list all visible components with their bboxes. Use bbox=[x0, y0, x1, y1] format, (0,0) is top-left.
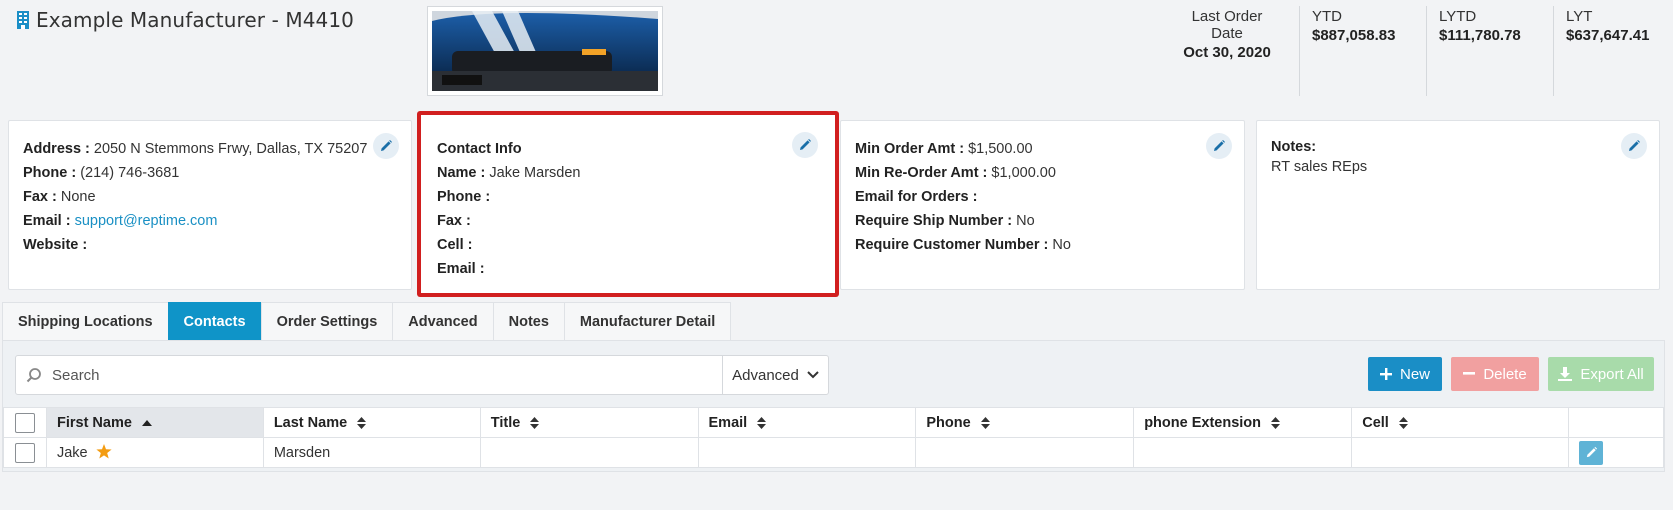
phone-value: (214) 746-3681 bbox=[80, 165, 180, 181]
order-settings-card: Min Order Amt : $1,500.00 Min Re-Order A… bbox=[840, 120, 1245, 290]
col-phone-extension[interactable]: phone Extension bbox=[1133, 407, 1353, 438]
manufacturer-image bbox=[427, 6, 663, 96]
search-box: Advanced bbox=[15, 355, 829, 395]
select-all-checkbox[interactable] bbox=[14, 412, 35, 433]
chevron-down-icon bbox=[807, 371, 819, 379]
pencil-icon bbox=[1629, 140, 1640, 151]
table-header-row: First Name Last Name Title Email Phone p… bbox=[3, 407, 1664, 438]
tab-bar: Shipping Locations Contacts Order Settin… bbox=[2, 302, 732, 341]
star-icon bbox=[96, 444, 112, 459]
edit-order-settings-button[interactable] bbox=[1206, 133, 1232, 159]
tab-notes[interactable]: Notes bbox=[492, 302, 565, 341]
fax-value: None bbox=[60, 189, 96, 205]
phone-cell bbox=[915, 437, 1135, 468]
tab-manufacturer-detail[interactable]: Manufacturer Detail bbox=[563, 302, 732, 341]
col-first-name[interactable]: First Name bbox=[45, 407, 264, 438]
pencil-icon bbox=[1586, 446, 1597, 458]
first-name-cell: Jake bbox=[45, 437, 264, 468]
page-title: Example Manufacturer - M4410 bbox=[16, 8, 354, 32]
email-link[interactable]: support@reptime.com bbox=[75, 213, 218, 229]
tab-advanced[interactable]: Advanced bbox=[392, 302, 494, 341]
row-select-cell bbox=[3, 437, 47, 468]
stats-bar: Last Order Date Oct 30, 2020 YTD $887,05… bbox=[1163, 6, 1673, 96]
col-phone[interactable]: Phone bbox=[915, 407, 1135, 438]
tab-contacts[interactable]: Contacts bbox=[167, 302, 262, 341]
col-cell[interactable]: Cell bbox=[1351, 407, 1569, 438]
new-button[interactable]: New bbox=[1368, 357, 1442, 391]
pencil-icon bbox=[1214, 140, 1225, 151]
row-checkbox[interactable] bbox=[14, 442, 35, 463]
tab-shipping-locations[interactable]: Shipping Locations bbox=[2, 302, 169, 341]
minus-icon bbox=[1463, 372, 1476, 375]
building-icon bbox=[16, 11, 30, 29]
stat-lyt: LYT $637,647.41 bbox=[1553, 6, 1673, 96]
sort-icon bbox=[357, 416, 367, 429]
pencil-icon bbox=[381, 140, 392, 151]
download-icon bbox=[1558, 367, 1573, 381]
plus-icon bbox=[1379, 368, 1392, 380]
cell-cell bbox=[1351, 437, 1569, 468]
edit-contact-button[interactable] bbox=[792, 132, 818, 158]
edit-notes-button[interactable] bbox=[1621, 133, 1647, 159]
col-actions bbox=[1568, 407, 1664, 438]
tab-order-settings[interactable]: Order Settings bbox=[260, 302, 394, 341]
table-row[interactable]: Jake Marsden bbox=[3, 437, 1664, 468]
pencil-icon bbox=[800, 139, 811, 150]
edit-address-button[interactable] bbox=[373, 133, 399, 159]
contact-info-heading: Contact Info bbox=[437, 141, 522, 157]
manufacturer-title: Example Manufacturer - M4410 bbox=[36, 8, 354, 32]
actions-cell bbox=[1568, 437, 1664, 468]
sort-icon bbox=[980, 416, 990, 429]
notes-text: RT sales REps bbox=[1271, 159, 1368, 175]
col-last-name[interactable]: Last Name bbox=[262, 407, 481, 438]
sort-icon bbox=[530, 416, 540, 429]
stat-ytd: YTD $887,058.83 bbox=[1299, 6, 1426, 96]
title-cell bbox=[479, 437, 699, 468]
col-email[interactable]: Email bbox=[697, 407, 917, 438]
sort-icon bbox=[1271, 416, 1281, 429]
email-cell bbox=[697, 437, 917, 468]
address-value: 2050 N Stemmons Frwy, Dallas, TX 75207 bbox=[93, 141, 368, 157]
sort-icon bbox=[757, 416, 767, 429]
sort-icon bbox=[1398, 416, 1408, 429]
row-edit-button[interactable] bbox=[1579, 440, 1603, 465]
advanced-dropdown[interactable]: Advanced bbox=[722, 356, 828, 394]
contacts-panel: Advanced New Delete Export All First Nam… bbox=[2, 340, 1665, 472]
notes-card: Notes: RT sales REps bbox=[1256, 120, 1660, 290]
contact-info-card: Contact Info Name : Jake Marsden Phone :… bbox=[418, 112, 838, 296]
select-all-cell bbox=[3, 407, 47, 438]
address-card: Address : 2050 N Stemmons Frwy, Dallas, … bbox=[8, 120, 412, 290]
sort-ascending-icon bbox=[141, 419, 152, 426]
phone-extension-cell bbox=[1133, 437, 1353, 468]
contact-name-value: Jake Marsden bbox=[489, 165, 581, 181]
delete-button[interactable]: Delete bbox=[1451, 357, 1539, 391]
search-input[interactable] bbox=[52, 356, 722, 394]
stat-lytd: LYTD $111,780.78 bbox=[1426, 6, 1553, 96]
export-all-button[interactable]: Export All bbox=[1548, 357, 1654, 391]
contacts-table: First Name Last Name Title Email Phone p… bbox=[3, 407, 1664, 468]
stat-last-order-date: Last Order Date Oct 30, 2020 bbox=[1183, 8, 1271, 61]
last-name-cell: Marsden bbox=[262, 437, 481, 468]
search-icon bbox=[16, 356, 52, 394]
col-title[interactable]: Title bbox=[479, 407, 699, 438]
